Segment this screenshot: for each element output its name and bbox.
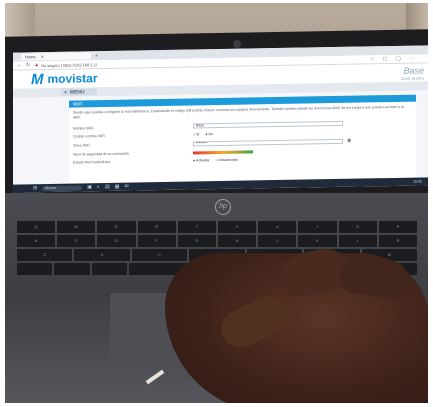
hide-option-yes-label: Sí (196, 132, 200, 137)
key[interactable]: Q (17, 221, 56, 233)
menu-label: MENU (69, 88, 85, 96)
refresh-icon[interactable]: ↻ (26, 62, 30, 68)
taskbar-search[interactable]: Buscar (42, 184, 83, 191)
key[interactable]: E (97, 221, 136, 233)
store-icon[interactable]: ▦ (115, 184, 120, 190)
key[interactable]: D (97, 235, 136, 247)
mail-icon[interactable]: ✉ (124, 184, 128, 190)
key-alt[interactable] (91, 263, 128, 275)
key[interactable]: J (258, 235, 297, 247)
hamburger-icon: ≡ (64, 89, 67, 96)
key[interactable]: H (218, 235, 257, 247)
url-text: No seguro | https://192.168.1.1/ (41, 61, 98, 68)
taskbar-clock: 10:05 (413, 179, 422, 184)
folder-icon[interactable]: ▤ (105, 184, 110, 190)
tab-label: Home (25, 54, 36, 60)
status-option-on[interactable]: ● Activada (193, 158, 209, 162)
webcam-icon (233, 40, 241, 48)
star-icon[interactable]: ☆ (370, 56, 374, 62)
key-row-2: A S D F G H J K L Ñ (17, 235, 418, 247)
key-windows[interactable] (54, 263, 90, 275)
key[interactable]: W (57, 221, 96, 233)
browser-tab[interactable]: Home ✕ (21, 52, 91, 61)
status-option-on-label: Activada (195, 158, 210, 163)
profile-icon[interactable]: ◯ (395, 56, 401, 62)
edge-icon[interactable]: ◐ (97, 184, 100, 190)
password-input[interactable]: ******** (193, 138, 343, 146)
key[interactable]: R (137, 221, 176, 233)
hide-option-yes[interactable]: ○ Sí (193, 132, 199, 136)
back-icon[interactable]: ← (17, 62, 22, 68)
key[interactable]: G (177, 235, 217, 247)
key[interactable]: Ñ (378, 235, 418, 247)
key[interactable]: U (258, 221, 297, 233)
header-right-title: Base (403, 65, 424, 76)
password-label: Clave WiFi (73, 143, 90, 148)
key[interactable]: X (74, 249, 130, 261)
hide-option-no-label: No (208, 132, 213, 137)
movistar-logo-icon: M (31, 70, 44, 88)
collections-icon[interactable]: ▢ (383, 56, 388, 62)
key-row-1: Q W E R T Y U I O P (17, 221, 418, 233)
wifi-panel: WIFI Desde aquí puedes configurar tu red… (69, 94, 416, 185)
key[interactable]: C (131, 249, 188, 261)
eye-icon[interactable]: ◉ (347, 138, 351, 144)
browser-toolbar-icons: ☆ ▢ ◯ ⋯ (370, 55, 428, 63)
laptop-screen: Home ✕ + ← ↻ ▲ No seguro | https://192.1… (13, 45, 428, 193)
strength-label: Nivel de seguridad de la contraseña (73, 151, 129, 157)
hide-name-label: Ocultar nombre WiFi (73, 134, 106, 139)
menu-button[interactable]: ≡ MENU (61, 88, 97, 96)
key[interactable]: S (57, 235, 96, 247)
status-label: Estado Red Inalámbrica (73, 159, 111, 165)
key[interactable]: F (137, 235, 176, 247)
warning-icon: ▲ (34, 62, 40, 69)
hp-logo-icon: hp (215, 199, 231, 215)
key[interactable]: Y (218, 221, 257, 233)
task-view-icon[interactable]: ▣ (87, 184, 92, 190)
key[interactable]: P (378, 221, 418, 233)
key[interactable]: O (338, 221, 377, 233)
key[interactable]: L (338, 235, 377, 247)
key[interactable]: I (298, 221, 337, 233)
network-name-label: Nombre WiFi (73, 125, 94, 131)
key[interactable]: Z (17, 249, 73, 261)
more-icon[interactable]: ⋯ (409, 56, 414, 62)
windows-start-icon[interactable]: ⊞ (33, 185, 37, 191)
key[interactable]: T (177, 221, 217, 233)
new-tab-icon[interactable]: + (95, 53, 98, 59)
key-ctrl[interactable] (17, 263, 53, 275)
strength-meter (193, 149, 253, 154)
status-option-off[interactable]: ○ Desactivada (215, 158, 237, 162)
key[interactable]: K (298, 235, 337, 247)
photo: Home ✕ + ← ↻ ▲ No seguro | https://192.1… (5, 3, 428, 403)
close-icon[interactable]: ✕ (41, 54, 44, 59)
header-right-subtitle: Zona ajustes (401, 75, 424, 81)
key[interactable]: A (17, 235, 56, 247)
status-option-off-label: Desactivada (218, 157, 238, 163)
hide-option-no[interactable]: ● No (205, 132, 213, 136)
brand-logo-text: movistar (47, 71, 98, 87)
